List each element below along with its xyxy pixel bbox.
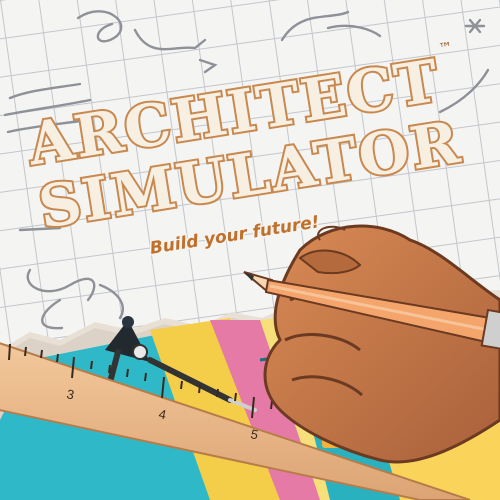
game-cover-art: 3 4 5 ARCHITECT SIMULATOR ™ Build your f… xyxy=(0,0,500,500)
cover-illustration: 3 4 5 ARCHITECT SIMULATOR ™ Build your f… xyxy=(0,0,500,500)
trademark-symbol: ™ xyxy=(438,40,454,58)
